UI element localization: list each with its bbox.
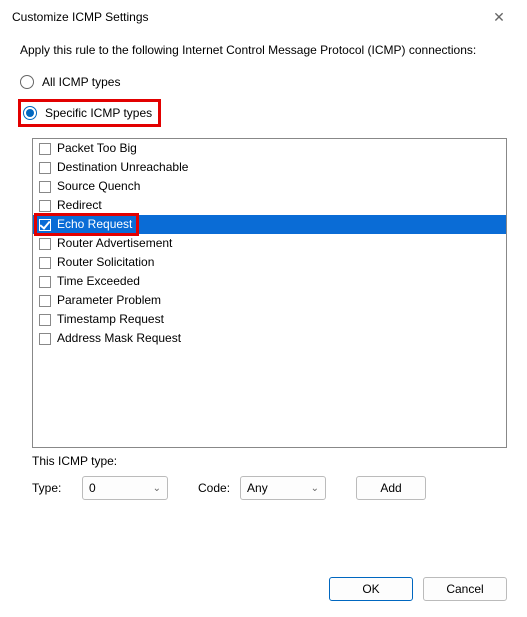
description-text: Apply this rule to the following Interne… [20, 42, 507, 58]
radio-specific-icmp[interactable]: Specific ICMP types [20, 96, 507, 130]
chevron-down-icon: ⌄ [153, 483, 161, 494]
cancel-label: Cancel [446, 582, 483, 596]
checkbox-icon[interactable] [39, 238, 51, 250]
code-label: Code: [198, 481, 230, 495]
radio-icon [20, 75, 34, 89]
ok-button[interactable]: OK [329, 577, 413, 601]
checkbox-icon[interactable] [39, 219, 51, 231]
highlight-annotation: Echo Request [34, 213, 139, 236]
code-value: Any [247, 481, 268, 495]
checkbox-icon[interactable] [39, 314, 51, 326]
list-item-label: Address Mask Request [57, 330, 181, 347]
code-combo[interactable]: Any ⌄ [240, 476, 326, 500]
type-combo[interactable]: 0 ⌄ [82, 476, 168, 500]
highlight-annotation: Specific ICMP types [18, 99, 161, 127]
list-item-label: Timestamp Request [57, 311, 164, 328]
list-item-label: Router Solicitation [57, 254, 154, 271]
checkbox-icon[interactable] [39, 162, 51, 174]
list-item-label: Router Advertisement [57, 235, 172, 252]
titlebar: Customize ICMP Settings ✕ [0, 0, 527, 30]
list-item-label: Destination Unreachable [57, 159, 188, 176]
dialog-footer: OK Cancel [329, 577, 507, 601]
checkbox-icon[interactable] [39, 295, 51, 307]
list-item-label: Packet Too Big [57, 140, 137, 157]
checkbox-icon[interactable] [39, 143, 51, 155]
type-row: Type: 0 ⌄ Code: Any ⌄ Add [32, 476, 507, 500]
checkbox-icon[interactable] [39, 333, 51, 345]
list-item-label: Source Quench [57, 178, 140, 195]
list-item[interactable]: Router Solicitation [33, 253, 506, 272]
content-area: Apply this rule to the following Interne… [0, 30, 527, 504]
close-button[interactable]: ✕ [481, 5, 517, 29]
radio-all-icmp[interactable]: All ICMP types [20, 72, 507, 92]
chevron-down-icon: ⌄ [311, 483, 319, 494]
radio-icon [23, 106, 37, 120]
ok-label: OK [362, 582, 379, 596]
list-item-label: Time Exceeded [57, 273, 140, 290]
checkbox-icon[interactable] [39, 200, 51, 212]
checkbox-icon[interactable] [39, 257, 51, 269]
type-label: Type: [32, 481, 72, 495]
add-button[interactable]: Add [356, 476, 426, 500]
list-item-label: Echo Request [57, 216, 132, 233]
icmp-type-list[interactable]: Packet Too Big Destination Unreachable S… [32, 138, 507, 448]
radio-label: All ICMP types [42, 75, 120, 89]
close-icon: ✕ [493, 9, 505, 26]
type-value: 0 [89, 481, 96, 495]
checkbox-icon[interactable] [39, 276, 51, 288]
list-item[interactable]: Packet Too Big [33, 139, 506, 158]
list-item[interactable]: Router Advertisement [33, 234, 506, 253]
checkbox-icon[interactable] [39, 181, 51, 193]
list-item-label: Redirect [57, 197, 102, 214]
this-icmp-type-label: This ICMP type: [32, 454, 507, 468]
list-item[interactable]: Time Exceeded [33, 272, 506, 291]
add-label: Add [380, 481, 401, 495]
window-title: Customize ICMP Settings [12, 10, 149, 24]
list-item[interactable]: Parameter Problem [33, 291, 506, 310]
list-item[interactable]: Source Quench [33, 177, 506, 196]
cancel-button[interactable]: Cancel [423, 577, 507, 601]
list-item-echo-request[interactable]: Echo Request [33, 215, 506, 234]
radio-label: Specific ICMP types [45, 106, 152, 120]
list-item-label: Parameter Problem [57, 292, 161, 309]
list-item[interactable]: Destination Unreachable [33, 158, 506, 177]
list-item[interactable]: Timestamp Request [33, 310, 506, 329]
list-item[interactable]: Address Mask Request [33, 329, 506, 348]
